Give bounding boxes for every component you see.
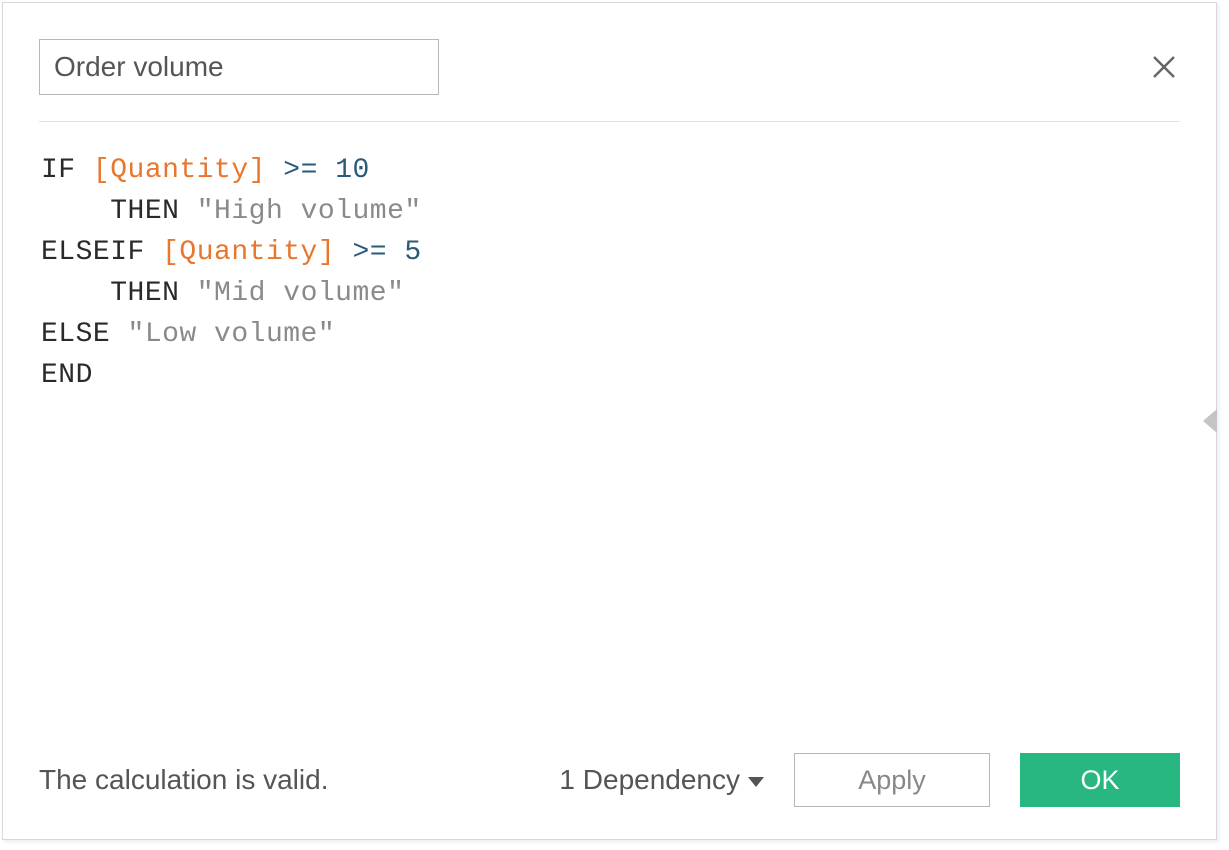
close-button[interactable]: [1150, 53, 1178, 81]
dialog-footer: The calculation is valid. 1 Dependency A…: [3, 753, 1216, 839]
apply-button[interactable]: Apply: [794, 753, 990, 807]
caret-down-icon: [748, 777, 764, 787]
formula-editor-wrap: IF [Quantity] >= 10 THEN "High volume" E…: [3, 122, 1216, 753]
validation-status: The calculation is valid.: [39, 764, 328, 796]
calc-name-input[interactable]: [39, 39, 439, 95]
dialog-header: [3, 3, 1216, 95]
dependency-label: 1 Dependency: [559, 764, 740, 796]
calculated-field-dialog: IF [Quantity] >= 10 THEN "High volume" E…: [2, 2, 1217, 840]
dependency-dropdown[interactable]: 1 Dependency: [559, 764, 764, 796]
expand-panel-toggle[interactable]: [1203, 409, 1217, 433]
close-icon: [1151, 54, 1177, 80]
formula-editor[interactable]: IF [Quantity] >= 10 THEN "High volume" E…: [41, 150, 1180, 396]
ok-button[interactable]: OK: [1020, 753, 1180, 807]
